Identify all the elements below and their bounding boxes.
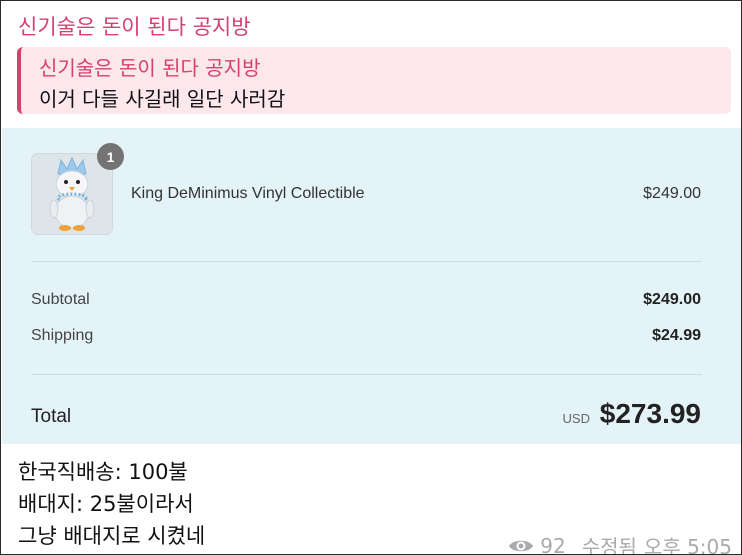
message-time: 오후 5:05 [643,535,732,555]
divider [31,374,702,375]
quantity-badge: 1 [97,143,124,170]
message-bubble: 신기술은 돈이 된다 공지방 신기술은 돈이 된다 공지방 이거 다들 사길래 … [0,0,742,555]
divider [31,261,702,262]
reply-title: 신기술은 돈이 된다 공지방 [39,56,261,80]
subtotal-value: $249.00 [643,291,701,308]
shipping-value: $24.99 [652,327,701,344]
view-count: 92 [540,533,566,555]
product-name: King DeMinimus Vinyl Collectible [131,185,365,202]
shipping-label: Shipping [31,327,94,344]
product-price: $249.00 [643,185,701,202]
caption-line: 배대지: 25불이라서 [18,492,194,516]
subtotal-label: Subtotal [31,291,90,308]
reply-text: 이거 다들 사길래 일단 사러감 [39,87,286,111]
reply-preview[interactable]: 신기술은 돈이 된다 공지방 이거 다들 사길래 일단 사러감 [17,47,731,114]
currency-code: USD [562,411,590,426]
checkout-screenshot-image[interactable]: 1 King DeMinimus Vinyl Collectible $249.… [2,128,741,444]
caption-line: 그냥 배대지로 시켰네 [18,524,206,548]
eye-icon [509,540,534,551]
sender-name[interactable]: 신기술은 돈이 된다 공지방 [18,11,251,41]
total-value: $273.99 [599,398,701,429]
edited-label: 수정됨 [581,535,637,555]
message-meta: 92 수정됨 오후 5:05 [508,531,732,555]
caption-line: 한국직배송: 100불 [18,460,188,484]
total-label: Total [31,406,72,427]
